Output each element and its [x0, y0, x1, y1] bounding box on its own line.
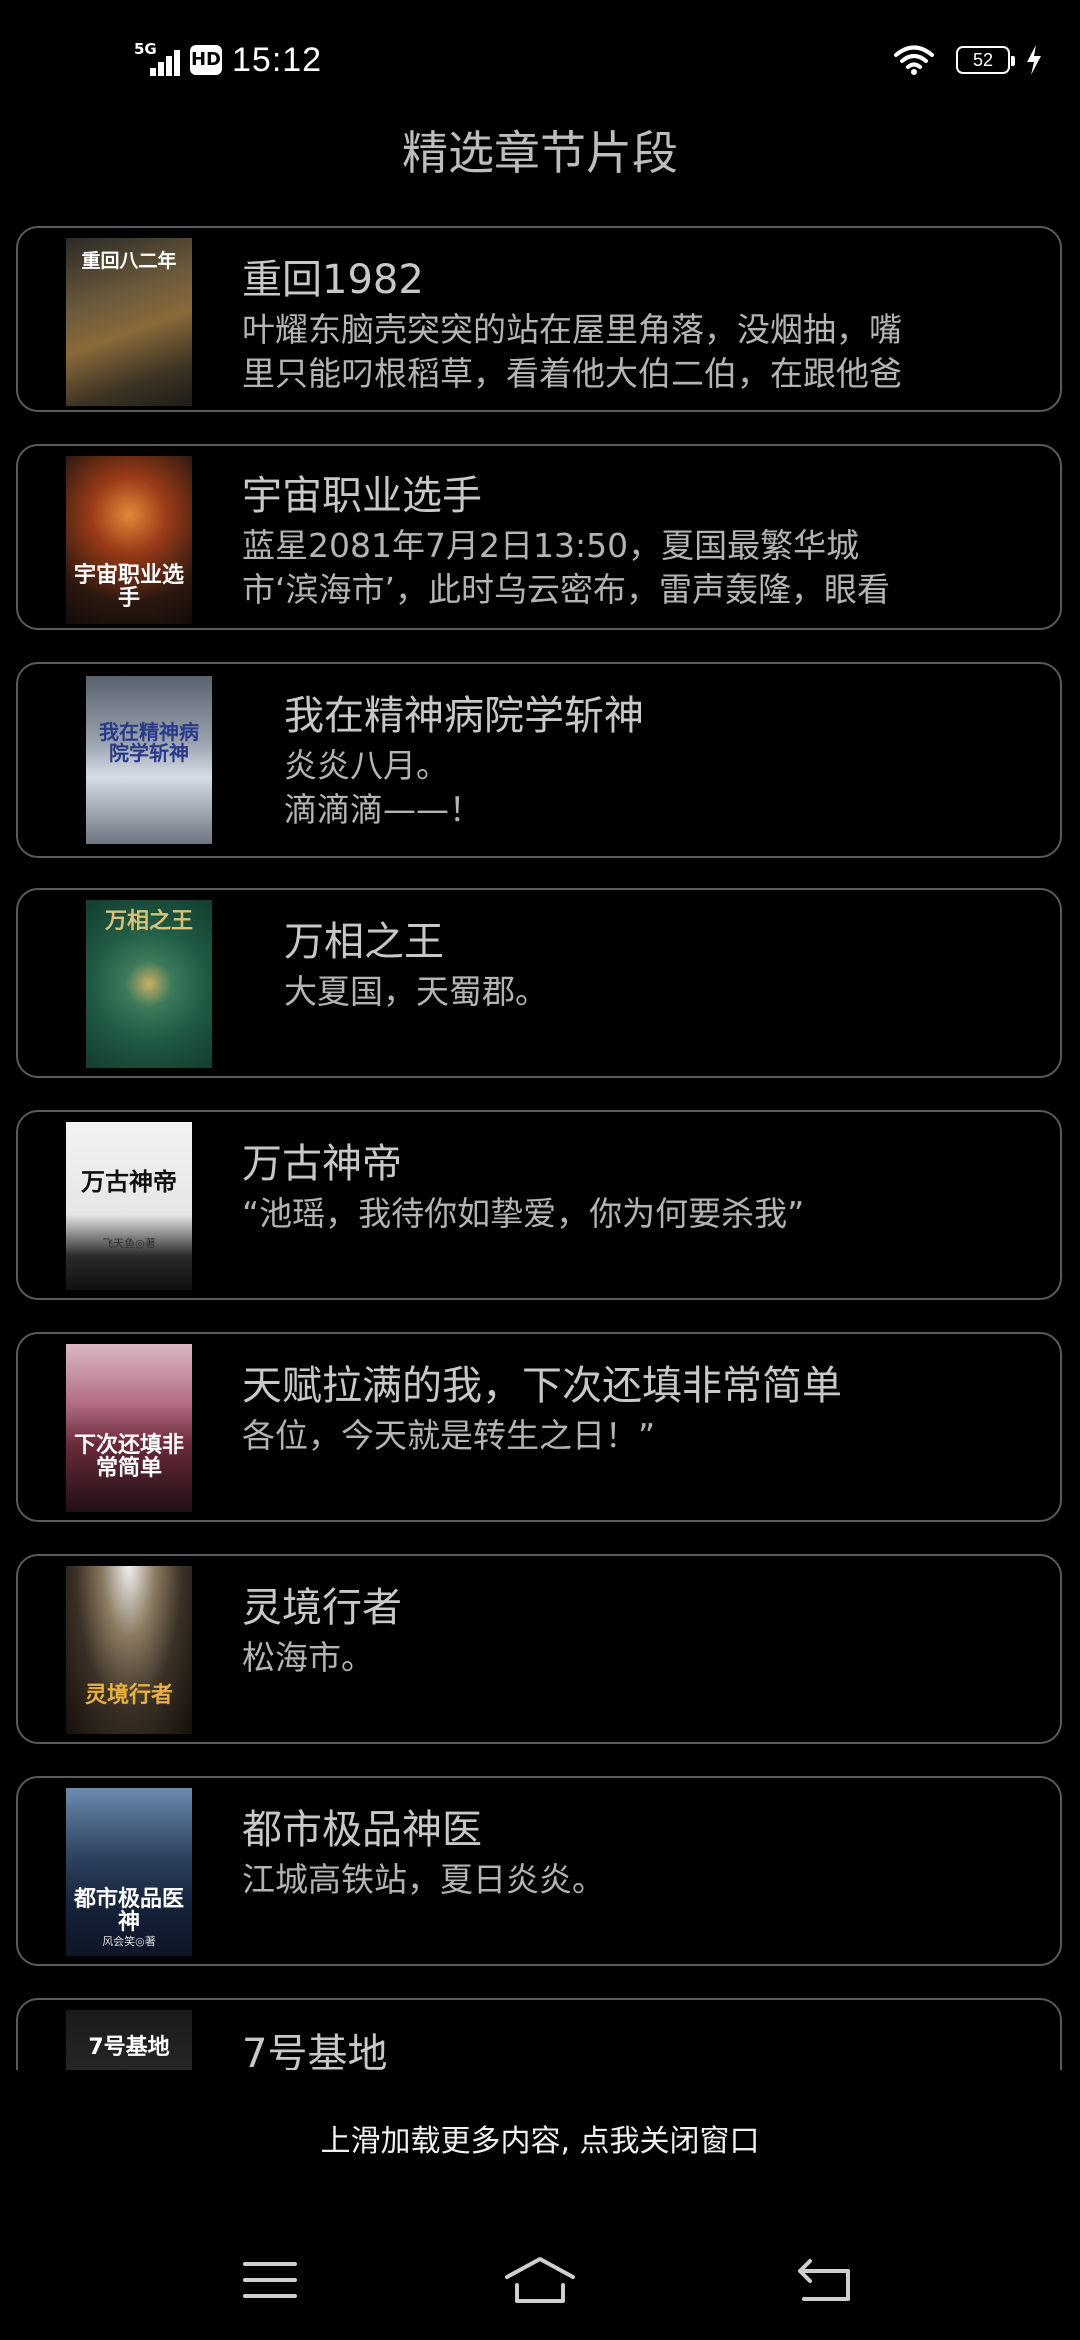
- cover-title: 7号基地: [88, 2035, 170, 2060]
- book-cover: 灵境行者: [66, 1566, 192, 1734]
- charging-icon: [1027, 45, 1041, 75]
- status-bar: 5G HD 15:12 52: [0, 0, 1080, 120]
- book-snippet: 叶耀东脑壳突突的站在屋里角落，没烟抽，嘴 里只能叼根稻草，看着他大伯二伯，在跟他…: [242, 310, 902, 393]
- book-card[interactable]: 都市极品医神 风会笑◎著 都市极品神医 江城高铁站，夏日炎炎。: [16, 1776, 1062, 1966]
- cover-title: 宇宙职业选手: [73, 563, 184, 612]
- book-snippet: 松海市。: [242, 1638, 374, 1677]
- wifi-icon: [894, 45, 934, 75]
- cover-title: 万古神帝: [81, 1168, 177, 1196]
- book-title: 宇宙职业选手: [242, 473, 482, 519]
- home-button[interactable]: [480, 2240, 600, 2320]
- clock: 15:12: [232, 40, 323, 79]
- cover-title: 都市极品医神: [73, 1887, 184, 1936]
- book-title: 都市极品神医: [242, 1807, 482, 1853]
- book-snippet: 大夏国，天蜀郡。: [284, 972, 548, 1011]
- book-card[interactable]: 重回八二年 重回1982 叶耀东脑壳突突的站在屋里角落，没烟抽，嘴 里只能叼根稻…: [16, 226, 1062, 412]
- book-snippet: 蓝星2081年7月2日13:50，夏国最繁华城 市‘滨海市’，此时乌云密布，雷声…: [242, 526, 890, 609]
- cover-author: 飞天鱼◎著: [102, 1237, 156, 1250]
- book-cover: 重回八二年: [66, 238, 192, 406]
- cover-title: 灵境行者: [84, 1683, 173, 1708]
- back-button[interactable]: [764, 2240, 884, 2320]
- status-right: 52: [894, 38, 1044, 82]
- back-icon: [798, 2259, 850, 2301]
- book-card[interactable]: 我在精神病院学斩神 我在精神病院学斩神 炎炎八月。 滴滴滴——！: [16, 662, 1062, 858]
- book-title: 万相之王: [284, 919, 444, 965]
- book-snippet: 炎炎八月。 滴滴滴——！: [284, 746, 482, 829]
- book-snippet: 各位，今天就是转生之日！”: [242, 1416, 656, 1455]
- cover-author: 风会笑◎著: [102, 1935, 156, 1948]
- load-more-close-button[interactable]: 上滑加载更多内容, 点我关闭窗口: [0, 2112, 1080, 2172]
- book-cover: 宇宙职业选手: [66, 456, 192, 624]
- menu-button[interactable]: [210, 2240, 330, 2320]
- page-title: 精选章节片段: [402, 126, 678, 180]
- menu-icon: [243, 2262, 297, 2298]
- book-cover: 下次还填非常简单: [66, 1344, 192, 1512]
- network-type: 5G: [134, 40, 157, 58]
- cover-title: 重回八二年: [81, 250, 177, 272]
- cover-title: 下次还填非常简单: [73, 1433, 184, 1482]
- hd-badge: HD: [190, 45, 222, 75]
- book-card[interactable]: 7号基地 7号基地: [16, 1998, 1062, 2070]
- status-left: 5G HD 15:12: [134, 34, 322, 86]
- book-title: 我在精神病院学斩神: [284, 693, 644, 739]
- book-cover: 万相之王: [86, 900, 212, 1068]
- cover-title: 我在精神病院学斩神: [99, 720, 199, 765]
- cover-title: 万相之王: [104, 909, 193, 934]
- book-title: 7号基地: [242, 2031, 388, 2070]
- book-title: 天赋拉满的我，下次还填非常简单: [242, 1363, 842, 1409]
- battery-icon: 52: [956, 46, 1015, 74]
- navigation-bar: [0, 2220, 1080, 2340]
- book-title: 重回1982: [242, 257, 424, 303]
- home-icon: [505, 2257, 575, 2303]
- snippet-list[interactable]: 重回八二年 重回1982 叶耀东脑壳突突的站在屋里角落，没烟抽，嘴 里只能叼根稻…: [0, 222, 1080, 2070]
- book-cover: 万古神帝 飞天鱼◎著: [66, 1122, 192, 1290]
- book-title: 灵境行者: [242, 1585, 402, 1631]
- book-cover: 我在精神病院学斩神: [86, 676, 212, 844]
- battery-level: 52: [972, 50, 994, 70]
- book-cover: 7号基地: [66, 2010, 192, 2070]
- book-title: 万古神帝: [242, 1141, 402, 1187]
- book-card[interactable]: 灵境行者 灵境行者 松海市。: [16, 1554, 1062, 1744]
- book-snippet: 江城高铁站，夏日炎炎。: [242, 1860, 605, 1899]
- book-card[interactable]: 下次还填非常简单 天赋拉满的我，下次还填非常简单 各位，今天就是转生之日！”: [16, 1332, 1062, 1522]
- cellular-signal-icon: 5G: [134, 40, 182, 80]
- book-cover: 都市极品医神 风会笑◎著: [66, 1788, 192, 1956]
- book-card[interactable]: 万古神帝 飞天鱼◎著 万古神帝 “池瑶，我待你如挚爱，你为何要杀我”: [16, 1110, 1062, 1300]
- book-card[interactable]: 宇宙职业选手 宇宙职业选手 蓝星2081年7月2日13:50，夏国最繁华城 市‘…: [16, 444, 1062, 630]
- book-card[interactable]: 万相之王 万相之王 大夏国，天蜀郡。: [16, 888, 1062, 1078]
- book-snippet: “池瑶，我待你如挚爱，你为何要杀我”: [242, 1194, 805, 1233]
